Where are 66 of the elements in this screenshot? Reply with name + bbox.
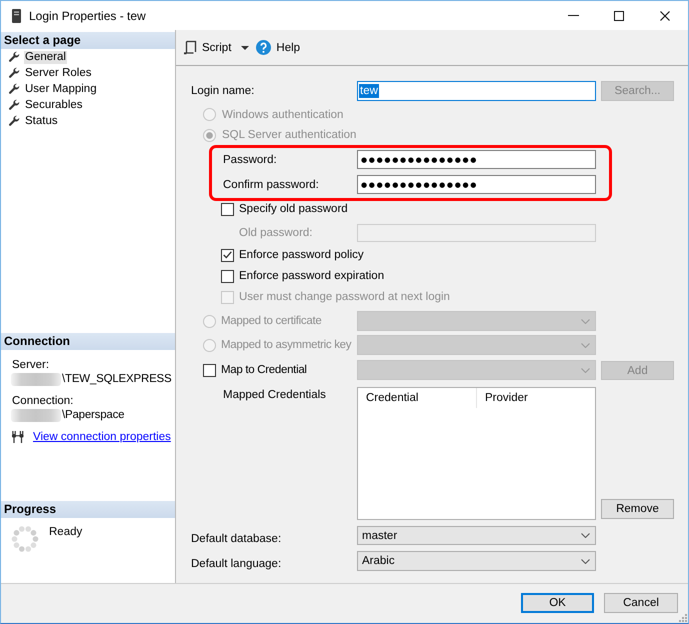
- wrench-icon: [8, 83, 20, 95]
- checkbox-label: User must change password at next login: [239, 290, 450, 304]
- script-button[interactable]: Script: [183, 38, 250, 58]
- checkbox-label: Map to Credential: [221, 363, 307, 377]
- chevron-down-icon: [581, 533, 590, 538]
- radio-label: Mapped to certificate: [221, 314, 322, 328]
- section-header: Select a page: [1, 32, 175, 49]
- checkbox[interactable]: [203, 364, 216, 376]
- field-label: Password:: [223, 152, 278, 166]
- minimize-icon: [568, 15, 578, 16]
- radio-label: Mapped to asymmetric key: [221, 338, 352, 352]
- field-label: Confirm password:: [223, 178, 320, 192]
- chevron-down-icon: [581, 318, 590, 324]
- caption-text: Server:: [12, 358, 50, 372]
- chevron-down-icon: [581, 368, 590, 372]
- chevron-down-icon: [581, 558, 590, 564]
- sidebar-item[interactable]: General: [24, 50, 67, 64]
- field-label: Old password:: [239, 226, 314, 240]
- status-text: Ready: [49, 525, 82, 539]
- resize-grip-icon: [679, 614, 687, 622]
- script-icon: [183, 40, 197, 55]
- sidebar-item[interactable]: Server Roles: [24, 66, 92, 80]
- remove-button[interactable]: Remove: [601, 499, 674, 519]
- field-label: Login name:: [191, 84, 256, 98]
- field-label: Default language:: [191, 557, 282, 571]
- wrench-icon: [8, 99, 20, 111]
- cancel-button[interactable]: Cancel: [604, 593, 678, 613]
- wrench-icon: [8, 115, 20, 127]
- ok-button[interactable]: OK: [521, 593, 594, 613]
- radio-label: Windows authentication: [222, 108, 344, 122]
- detail-text: \Paperspace: [62, 408, 124, 422]
- spinner-icon: [11, 525, 39, 553]
- checkmark-icon: [223, 251, 232, 259]
- help-icon: [256, 40, 272, 55]
- caret-icon: [241, 46, 250, 50]
- connection-properties-link[interactable]: View connection properties: [33, 430, 171, 444]
- column-header[interactable]: Credential: [358, 388, 477, 408]
- field-label: Default database:: [191, 532, 282, 546]
- section-header: Connection: [1, 333, 175, 350]
- column-header[interactable]: Provider: [477, 388, 528, 408]
- sidebar-item[interactable]: Status: [24, 114, 59, 128]
- plug-icon: [12, 431, 25, 443]
- checkbox[interactable]: [221, 270, 234, 282]
- detail-text: \TEW_SQLEXPRESS: [62, 372, 172, 386]
- sidebar-item[interactable]: Securables: [24, 98, 84, 112]
- radio-label: SQL Server authentication: [222, 128, 356, 142]
- wrench-icon: [8, 67, 20, 79]
- login-name-field[interactable]: tew: [357, 81, 596, 101]
- checkbox[interactable]: [221, 248, 234, 262]
- caption-text: Connection:: [12, 394, 74, 408]
- chevron-down-icon: [581, 342, 590, 348]
- checkbox-label: Enforce password policy: [239, 248, 364, 262]
- help-button[interactable]: Help: [256, 38, 300, 58]
- credentials-list[interactable]: Credential Provider: [357, 387, 596, 520]
- dropdown[interactable]: Arabic: [357, 551, 596, 571]
- checkbox-label: Specify old password: [239, 202, 348, 216]
- close-icon: [660, 10, 670, 20]
- maximize-icon: [614, 10, 624, 20]
- sidebar-item[interactable]: User Mapping: [24, 82, 98, 96]
- section-header: Progress: [1, 501, 175, 518]
- dropdown[interactable]: master: [357, 526, 596, 545]
- server-icon: [12, 8, 21, 22]
- wrench-icon: [8, 51, 20, 63]
- field-label: Mapped Credentials: [223, 388, 327, 402]
- window-title: Login Properties - tew: [29, 8, 146, 22]
- checkbox-label: Enforce password expiration: [239, 269, 384, 283]
